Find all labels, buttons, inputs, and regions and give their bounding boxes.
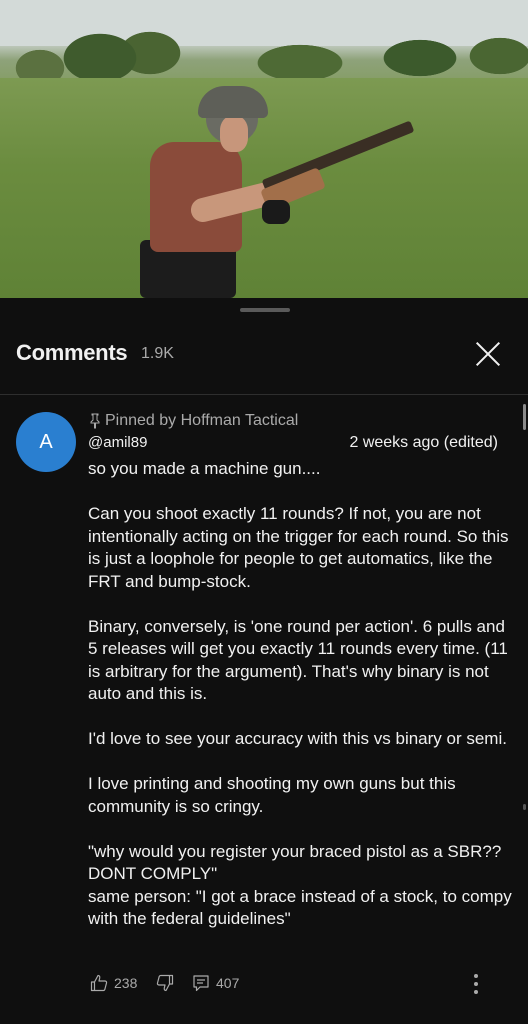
avatar[interactable]: A: [16, 412, 76, 472]
avatar-letter: A: [39, 430, 53, 453]
comments-sheet: Comments 1.9K A Pinned by Hoffman Tactic…: [0, 298, 528, 1024]
dislike-button[interactable]: [156, 974, 174, 992]
more-vertical-icon[interactable]: [471, 974, 481, 996]
reply-button[interactable]: 407: [192, 974, 239, 992]
close-icon[interactable]: [470, 336, 506, 372]
thumbs-up-icon: [90, 974, 108, 992]
comment-paragraph: I love printing and shooting my own guns…: [88, 774, 456, 816]
thumbs-down-icon: [156, 974, 174, 992]
video-player[interactable]: [0, 0, 528, 298]
video-glove: [262, 200, 290, 224]
reply-count: 407: [216, 975, 240, 991]
comments-count: 1.9K: [141, 345, 174, 362]
comment-paragraph: Binary, conversely, is 'one round per ac…: [88, 616, 508, 704]
reply-icon: [193, 975, 209, 992]
pin-icon: [90, 413, 100, 429]
video-person-cap: [198, 86, 268, 118]
video-person-face: [220, 116, 248, 152]
comment-body: so you made a machine gun.... Can you sh…: [88, 458, 516, 931]
comment-actions: 238 407: [88, 972, 508, 998]
scrollbar-thumb[interactable]: [523, 404, 526, 430]
pinned-text: Pinned by Hoffman Tactical: [105, 412, 299, 429]
like-count: 238: [114, 975, 138, 991]
pinned-label: Pinned by Hoffman Tactical: [89, 412, 298, 430]
drag-handle[interactable]: [240, 308, 290, 312]
comment-paragraph: I'd love to see your accuracy with this …: [88, 729, 507, 748]
comments-header: Comments 1.9K: [0, 334, 528, 390]
header-divider: [0, 394, 528, 395]
comment-author[interactable]: @amil89: [88, 434, 147, 451]
comments-title: Comments: [16, 340, 128, 365]
comment-paragraph: Can you shoot exactly 11 rounds? If not,…: [88, 504, 509, 591]
comment-time: 2 weeks ago (edited): [349, 434, 498, 451]
comment-paragraph: "why would you register your braced pist…: [88, 841, 512, 929]
like-button[interactable]: 238: [90, 974, 137, 992]
scrollbar-marker: [523, 804, 526, 810]
comment-paragraph: so you made a machine gun....: [88, 459, 321, 478]
